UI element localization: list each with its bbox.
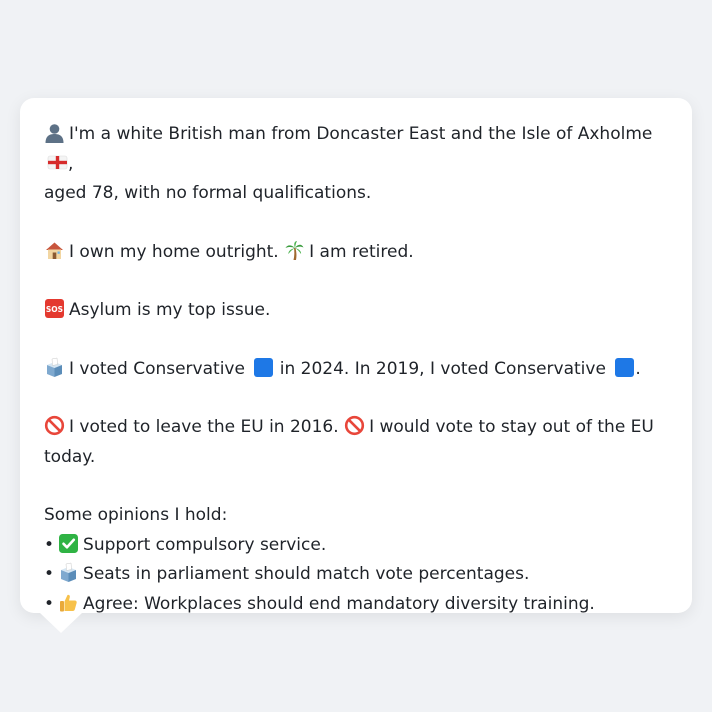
check-mark-icon	[58, 533, 79, 554]
opinion-text: Agree: Workplaces should end mandatory d…	[83, 593, 595, 614]
opinions-header: Some opinions I hold:	[44, 505, 228, 525]
palm-tree-icon	[284, 240, 305, 261]
opinion-text: Seats in parliament should match vote pe…	[83, 564, 530, 584]
eu-text-a: I voted to leave the EU in 2016.	[69, 417, 339, 437]
age-text: aged 78, with no formal qualifications.	[44, 183, 372, 203]
thumbs-up-icon	[58, 592, 79, 613]
sos-icon: SOS	[44, 298, 65, 319]
blue-square-icon	[253, 357, 274, 378]
profile-card: I'm a white British man from Doncaster E…	[20, 98, 692, 614]
identity-comma: ,	[68, 153, 74, 174]
vote-text-c: .	[635, 358, 641, 379]
bullet: •	[44, 534, 55, 555]
opinions-section: Some opinions I hold: • Support compulso…	[44, 501, 668, 619]
england-flag-icon	[47, 152, 68, 173]
issue-text: Asylum is my top issue.	[69, 300, 271, 320]
eu-paragraph: I voted to leave the EU in 2016. I would…	[44, 413, 668, 472]
retired-text: I am retired.	[309, 241, 414, 262]
prohibited-icon	[44, 415, 65, 436]
vote-text-a: I voted Conservative	[69, 358, 245, 379]
prohibited-icon	[344, 415, 365, 436]
list-item: • Support compulsory service.	[44, 531, 668, 561]
ballot-box-icon	[44, 357, 65, 378]
opinion-text: Support compulsory service.	[83, 534, 327, 555]
person-icon	[44, 122, 65, 143]
home-paragraph: I own my home outright. I am retired.	[44, 238, 668, 268]
home-text: I own my home outright.	[69, 241, 279, 262]
blue-square-icon	[614, 357, 635, 378]
ballot-box-icon	[58, 562, 79, 583]
eu-text-b: I would vote to stay out of the EU	[369, 417, 654, 437]
bullet: •	[44, 564, 55, 584]
house-icon	[44, 240, 65, 261]
identity-text: I'm a white British man from Doncaster E…	[69, 124, 653, 144]
issue-paragraph: SOS Asylum is my top issue.	[44, 296, 668, 326]
vote-paragraph: I voted Conservative in 2024. In 2019, I…	[44, 355, 668, 385]
identity-paragraph: I'm a white British man from Doncaster E…	[44, 120, 668, 209]
svg-text:SOS: SOS	[46, 305, 63, 314]
vote-text-b: in 2024. In 2019, I voted Conservative	[279, 358, 606, 379]
list-item: • Agree: Workplaces should end mandatory…	[44, 590, 668, 620]
bullet: •	[44, 593, 55, 614]
speech-bubble-tail	[40, 613, 82, 633]
list-item: • Seats in parliament should match vote …	[44, 560, 668, 590]
eu-text-c: today.	[44, 446, 96, 467]
